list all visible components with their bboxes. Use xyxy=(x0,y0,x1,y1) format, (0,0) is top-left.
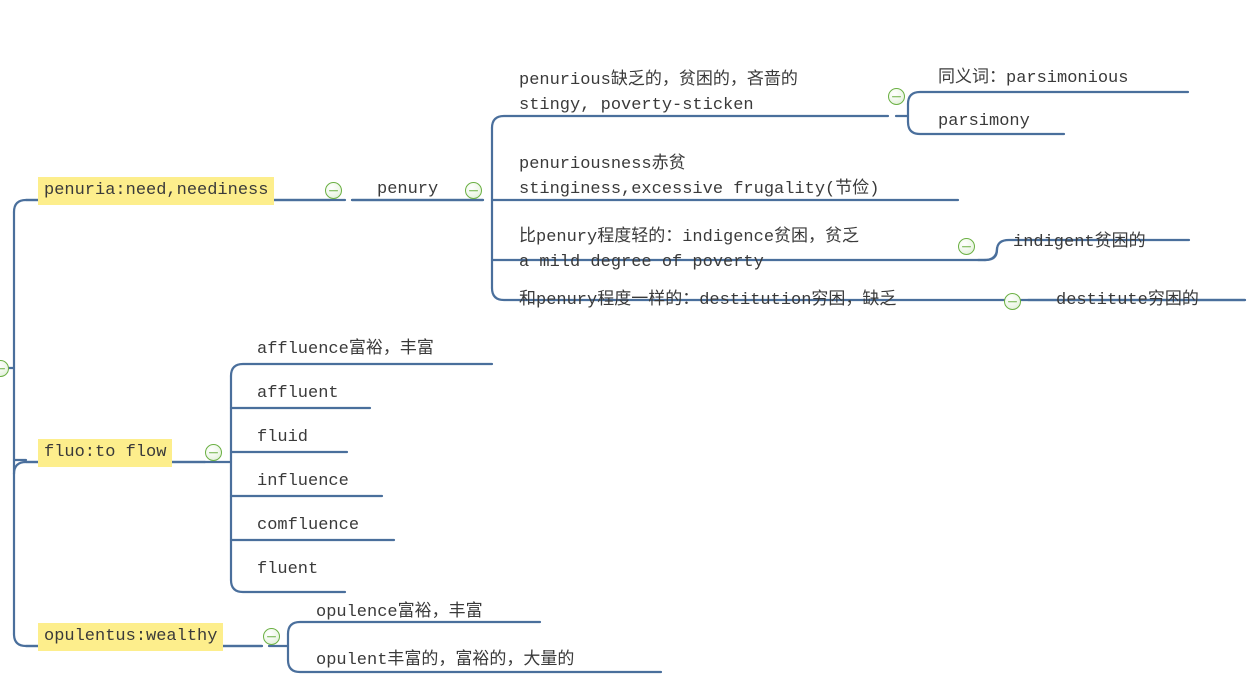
branch-opulentus[interactable]: opulentus:wealthy xyxy=(38,623,224,651)
node-indigent[interactable]: indigent贫困的 xyxy=(1013,230,1146,255)
node-fluent-label: fluent xyxy=(257,560,319,579)
node-opulent[interactable]: opulent丰富的，富裕的，大量的 xyxy=(316,648,574,673)
node-influence[interactable]: influence xyxy=(257,469,349,494)
node-penurious-line1: penurious缺乏的，贫困的，吝啬的 xyxy=(519,71,798,90)
node-fluid[interactable]: fluid xyxy=(257,425,308,450)
node-destitution-line1: 和penury程度一样的：destitution穷困，缺乏 xyxy=(519,291,897,310)
node-parsimony[interactable]: parsimony xyxy=(938,109,1030,134)
node-indigence[interactable]: 比penury程度轻的：indigence贫困，贫乏 a mild degree… xyxy=(519,225,859,275)
branch-fluo-collapse-toggle-icon[interactable] xyxy=(205,444,222,461)
node-influence-label: influence xyxy=(257,472,349,491)
node-parsimonious[interactable]: 同义词：parsimonious xyxy=(938,66,1128,91)
branch-penuria-label: penuria:need,neediness xyxy=(38,177,275,205)
branch-fluo-label: fluo:to flow xyxy=(38,439,173,467)
branch-opulentus-collapse-toggle-icon[interactable] xyxy=(263,628,280,645)
node-affluence-label: affluence富裕，丰富 xyxy=(257,340,434,359)
node-destitution[interactable]: 和penury程度一样的：destitution穷困，缺乏 xyxy=(519,288,896,313)
node-penurious-line2: stingy, poverty-sticken xyxy=(519,96,754,115)
node-indigence-line2: a mild degree of poverty xyxy=(519,253,764,272)
node-destitute-label: destitute穷困的 xyxy=(1056,291,1199,310)
node-destitute[interactable]: destitute穷困的 xyxy=(1056,288,1199,313)
node-opulence-label: opulence富裕，丰富 xyxy=(316,603,483,622)
mindmap-canvas[interactable]: penuria:need,neediness penury penurious缺… xyxy=(0,0,1249,691)
branch-opulentus-label: opulentus:wealthy xyxy=(38,623,224,651)
node-comfluence[interactable]: comfluence xyxy=(257,513,359,538)
node-opulence[interactable]: opulence富裕，丰富 xyxy=(316,600,483,625)
node-penuriousness[interactable]: penuriousness赤贫 stinginess,excessive fru… xyxy=(519,152,879,202)
node-opulent-label: opulent丰富的，富裕的，大量的 xyxy=(316,651,575,670)
node-indigent-label: indigent贫困的 xyxy=(1013,233,1146,252)
branch-penuria[interactable]: penuria:need,neediness xyxy=(38,177,275,205)
node-penuriousness-line1: penuriousness赤贫 xyxy=(519,155,686,174)
node-penurious[interactable]: penurious缺乏的，贫困的，吝啬的 stingy, poverty-sti… xyxy=(519,68,798,118)
node-parsimonious-label: 同义词：parsimonious xyxy=(938,69,1129,88)
node-indigence-line1: 比penury程度轻的：indigence贫困，贫乏 xyxy=(519,228,860,247)
node-affluent-label: affluent xyxy=(257,384,339,403)
node-comfluence-label: comfluence xyxy=(257,516,360,535)
root-collapse-toggle-icon[interactable] xyxy=(0,360,9,377)
node-parsimony-label: parsimony xyxy=(938,112,1030,131)
branch-penuria-collapse-toggle-icon[interactable] xyxy=(325,182,342,199)
node-penury-label: penury xyxy=(377,180,439,199)
node-fluent[interactable]: fluent xyxy=(257,557,318,582)
node-penury[interactable]: penury xyxy=(375,177,440,202)
node-penury-collapse-toggle-icon[interactable] xyxy=(465,182,482,199)
node-destitution-collapse-toggle-icon[interactable] xyxy=(1004,293,1021,310)
node-penurious-collapse-toggle-icon[interactable] xyxy=(888,88,905,105)
branch-fluo[interactable]: fluo:to flow xyxy=(38,439,173,467)
node-penuriousness-line2: stinginess,excessive frugality(节俭) xyxy=(519,180,880,199)
node-affluence[interactable]: affluence富裕，丰富 xyxy=(257,337,434,362)
node-affluent[interactable]: affluent xyxy=(257,381,339,406)
node-fluid-label: fluid xyxy=(257,428,309,447)
node-indigence-collapse-toggle-icon[interactable] xyxy=(958,238,975,255)
